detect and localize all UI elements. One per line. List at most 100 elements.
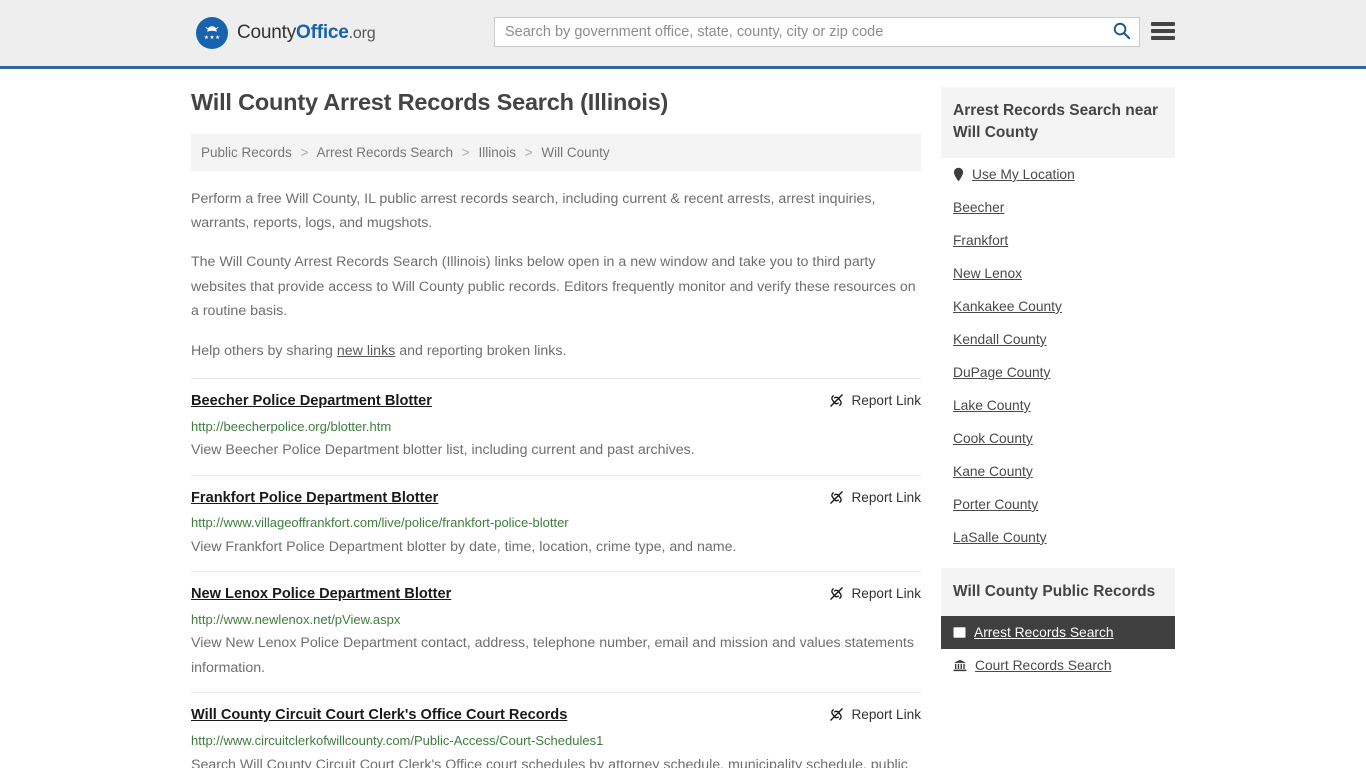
result-url[interactable]: http://www.newlenox.net/pView.aspx — [191, 610, 921, 630]
sidebar-item-label: Kendall County — [953, 331, 1047, 347]
page-body: Will County Arrest Records Search (Illin… — [0, 69, 1366, 768]
report-link-label: Report Link — [851, 393, 921, 409]
sidebar-public-records-title: Will County Public Records — [941, 567, 1175, 617]
sidebar-item-label: Arrest Records Search — [974, 625, 1114, 641]
search-button[interactable] — [1103, 18, 1139, 46]
search-icon — [1112, 21, 1131, 43]
result-header: Will County Circuit Court Clerk's Office… — [191, 706, 921, 726]
report-link-label: Report Link — [851, 489, 921, 505]
hamburger-menu-icon — [1151, 29, 1175, 33]
courthouse-icon — [953, 659, 967, 672]
breadcrumb-separator: > — [300, 144, 309, 160]
result-item: Will County Circuit Court Clerk's Office… — [191, 692, 921, 768]
list-item: Use My Location — [941, 158, 1175, 191]
breadcrumb-item-arrest-records-search[interactable]: Arrest Records Search — [316, 145, 453, 160]
site-logo-text: CountyOffice.org — [237, 22, 376, 44]
help-suffix: and reporting broken links. — [395, 342, 567, 359]
page-title: Will County Arrest Records Search (Illin… — [191, 89, 669, 115]
help-share-paragraph: Help others by sharing new links and rep… — [191, 339, 921, 363]
intro-paragraph-1: Perform a free Will County, IL public ar… — [191, 190, 876, 231]
sidebar-item-lake-county[interactable]: Lake County — [941, 389, 1175, 422]
id-card-icon — [953, 626, 966, 639]
sidebar-item-frankfort[interactable]: Frankfort — [941, 224, 1175, 257]
sidebar-item-kankakee-county[interactable]: Kankakee County — [941, 290, 1175, 323]
result-title-link[interactable]: New Lenox Police Department Blotter — [191, 585, 451, 605]
result-header: Beecher Police Department Blotter Report… — [191, 392, 921, 412]
sidebar-item-lasalle-county[interactable]: LaSalle County — [941, 521, 1175, 554]
report-link-button[interactable]: Report Link — [829, 585, 921, 601]
logo-text-office: Office — [296, 22, 349, 43]
breadcrumb-item-public-records[interactable]: Public Records — [201, 145, 292, 160]
breadcrumb-separator: > — [524, 144, 533, 160]
map-pin-icon — [953, 167, 964, 182]
sidebar-item-label: Frankfort — [953, 232, 1009, 248]
sidebar-item-kendall-county[interactable]: Kendall County — [941, 323, 1175, 356]
result-title-link[interactable]: Beecher Police Department Blotter — [191, 392, 432, 412]
list-item: Cook County — [941, 422, 1175, 455]
list-item: Porter County — [941, 488, 1175, 521]
sidebar-item-label: Cook County — [953, 430, 1033, 446]
list-item: Lake County — [941, 389, 1175, 422]
eagle-shield-logo-icon — [196, 17, 228, 49]
sidebar-item-label: Porter County — [953, 496, 1039, 512]
unlink-icon — [829, 707, 844, 722]
sidebar-item-label: Use My Location — [972, 166, 1075, 182]
result-item: Frankfort Police Department Blotter Repo… — [191, 474, 921, 572]
sidebar-nearby-title: Arrest Records Search near Will County — [941, 87, 1175, 158]
sidebar-item-porter-county[interactable]: Porter County — [941, 488, 1175, 521]
unlink-icon — [829, 393, 844, 408]
report-link-button[interactable]: Report Link — [829, 489, 921, 505]
result-item: Beecher Police Department Blotter Report… — [191, 378, 921, 475]
result-title-link[interactable]: Will County Circuit Court Clerk's Office… — [191, 706, 567, 726]
list-item: Kane County — [941, 455, 1175, 488]
sidebar-item-dupage-county[interactable]: DuPage County — [941, 356, 1175, 389]
hamburger-menu-icon — [1151, 36, 1175, 40]
result-url[interactable]: http://www.circuitclerkofwillcounty.com/… — [191, 731, 921, 751]
sidebar-public-records-list: Arrest Records Search Court Records Sear… — [941, 616, 1175, 682]
sidebar-item-label: Beecher — [953, 199, 1005, 215]
breadcrumb-separator: > — [461, 144, 470, 160]
hamburger-menu-button[interactable] — [1151, 20, 1175, 42]
report-link-button[interactable]: Report Link — [829, 392, 921, 408]
report-link-button[interactable]: Report Link — [829, 706, 921, 722]
help-prefix: Help others by sharing — [191, 342, 337, 359]
sidebar-item-label: DuPage County — [953, 364, 1051, 380]
sidebar-item-kane-county[interactable]: Kane County — [941, 455, 1175, 488]
list-item: LaSalle County — [941, 521, 1175, 554]
result-description: Search Will County Circuit Court Clerk's… — [191, 756, 908, 768]
report-link-label: Report Link — [851, 707, 921, 723]
sidebar-item-beecher[interactable]: Beecher — [941, 191, 1175, 224]
site-logo[interactable]: CountyOffice.org — [196, 17, 376, 49]
result-header: Frankfort Police Department Blotter Repo… — [191, 489, 921, 509]
sidebar-item-cook-county[interactable]: Cook County — [941, 422, 1175, 455]
intro-text: Perform a free Will County, IL public ar… — [191, 187, 921, 364]
sidebar-item-court-records-search[interactable]: Court Records Search — [941, 649, 1175, 682]
logo-text-county: County — [237, 22, 297, 43]
result-description: View Frankfort Police Department blotter… — [191, 538, 737, 555]
search-input[interactable] — [495, 18, 1103, 46]
result-url[interactable]: http://www.villageoffrankfort.com/live/p… — [191, 513, 921, 533]
sidebar-item-label: New Lenox — [953, 265, 1023, 281]
breadcrumb-item-illinois[interactable]: Illinois — [478, 145, 516, 160]
sidebar-item-new-lenox[interactable]: New Lenox — [941, 257, 1175, 290]
sidebar-item-label: Lake County — [953, 397, 1031, 413]
result-item: New Lenox Police Department Blotter Repo… — [191, 571, 921, 692]
breadcrumb-item-will-county[interactable]: Will County — [541, 145, 609, 160]
result-description: View New Lenox Police Department contact… — [191, 635, 914, 676]
sidebar-item-label: Court Records Search — [975, 658, 1112, 674]
sidebar-item-use-my-location[interactable]: Use My Location — [941, 158, 1175, 191]
sidebar: Arrest Records Search near Will County U… — [941, 87, 1175, 768]
main-content: Will County Arrest Records Search (Illin… — [191, 87, 921, 768]
list-item: Beecher — [941, 191, 1175, 224]
sidebar-item-label: LaSalle County — [953, 529, 1047, 545]
sidebar-item-arrest-records-search[interactable]: Arrest Records Search — [941, 616, 1175, 650]
result-url[interactable]: http://beecherpolice.org/blotter.htm — [191, 417, 921, 437]
list-item: Frankfort — [941, 224, 1175, 257]
list-item: Court Records Search — [941, 649, 1175, 682]
list-item: DuPage County — [941, 356, 1175, 389]
result-description: View Beecher Police Department blotter l… — [191, 442, 695, 459]
result-title-link[interactable]: Frankfort Police Department Blotter — [191, 489, 438, 509]
list-item: Arrest Records Search — [941, 616, 1175, 650]
sidebar-item-label: Kane County — [953, 463, 1033, 479]
new-links-link[interactable]: new links — [337, 343, 395, 359]
